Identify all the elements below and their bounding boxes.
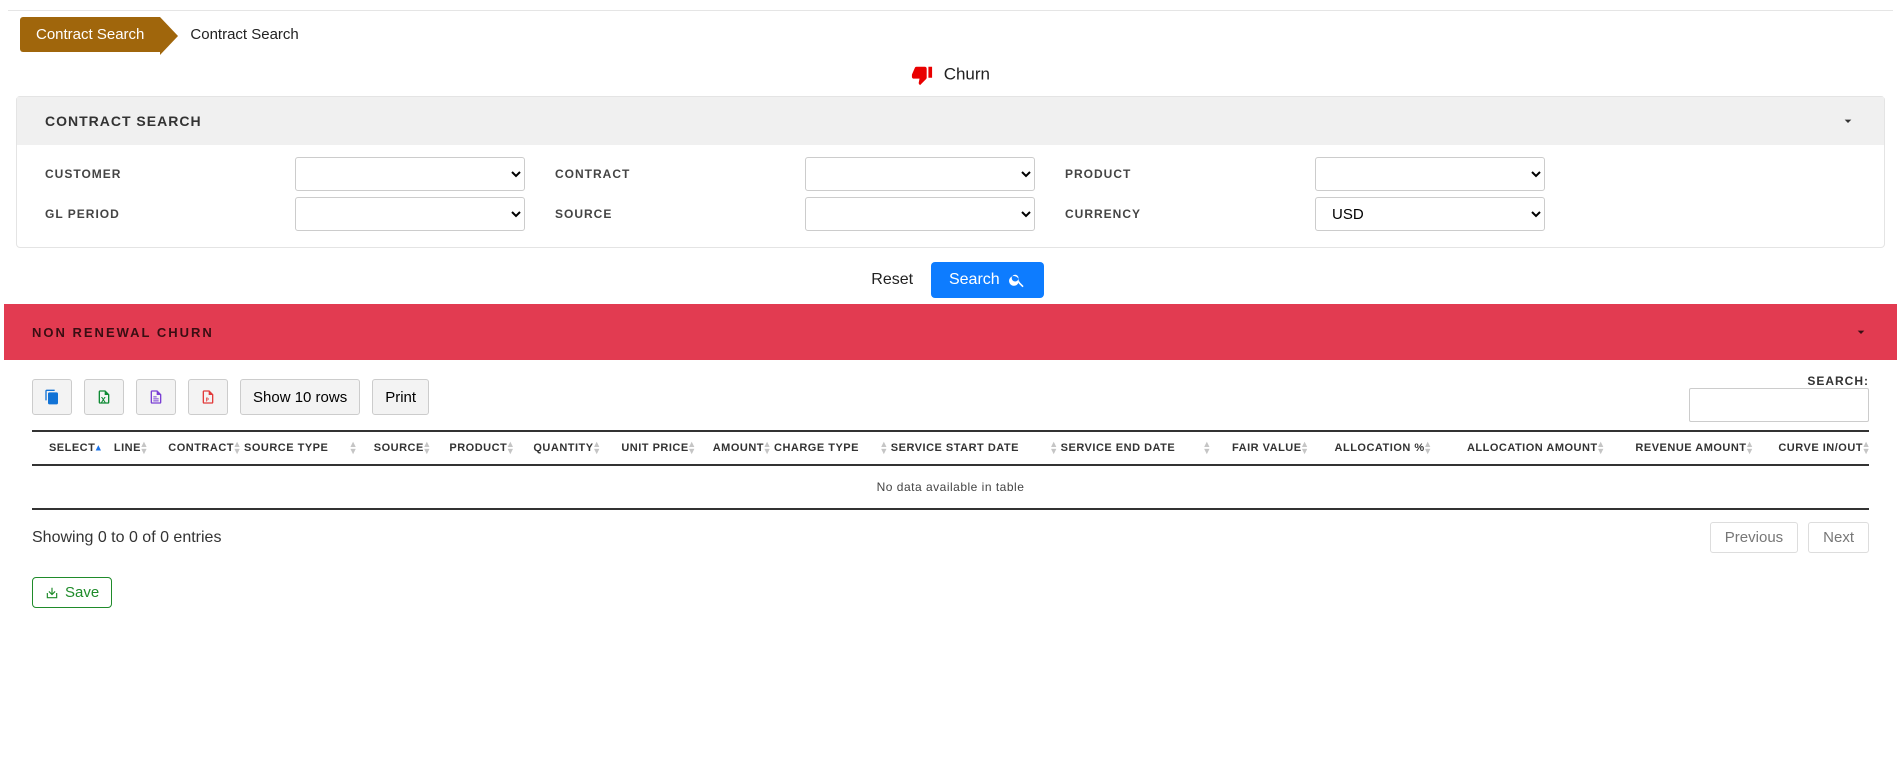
col-curve-inout[interactable]: CURVE IN/OUT▲▼	[1753, 431, 1869, 465]
col-unit-price[interactable]: UNIT PRICE▲▼	[600, 431, 695, 465]
col-amount[interactable]: AMOUNT▲▼	[695, 431, 770, 465]
churn-table: SELECT▲ LINE▲▼ CONTRACT▲▼ SOURCE TYPE▲▼ …	[32, 430, 1869, 510]
table-search-label: SEARCH:	[1807, 374, 1869, 388]
currency-select[interactable]: USD	[1315, 197, 1545, 231]
search-button-label: Search	[949, 271, 1000, 289]
contract-search-panel: CONTRACT SEARCH CUSTOMER CONTRACT PRODUC…	[16, 96, 1885, 248]
show-rows-button[interactable]: Show 10 rows	[240, 379, 360, 415]
print-button[interactable]: Print	[372, 379, 429, 415]
pdf-button[interactable]	[188, 379, 228, 415]
col-source[interactable]: SOURCE▲▼	[356, 431, 430, 465]
copy-button[interactable]	[32, 379, 72, 415]
non-renewal-churn-header: NON RENEWAL CHURN	[4, 304, 1897, 360]
col-service-end[interactable]: SERVICE END DATE▲▼	[1057, 431, 1210, 465]
col-service-start[interactable]: SERVICE START DATE▲▼	[887, 431, 1057, 465]
search-icon	[1008, 271, 1026, 289]
table-toolbar: Show 10 rows Print SEARCH:	[8, 360, 1893, 430]
product-label: PRODUCT	[1065, 167, 1285, 181]
search-actions: Reset Search	[8, 248, 1893, 304]
collapse-icon[interactable]	[1840, 113, 1856, 129]
previous-button[interactable]: Previous	[1710, 522, 1798, 553]
non-renewal-churn-title: NON RENEWAL CHURN	[32, 325, 214, 340]
gl-period-label: GL PERIOD	[45, 207, 265, 221]
churn-header: Churn	[8, 52, 1893, 92]
table-info: Showing 0 to 0 of 0 entries	[32, 529, 221, 547]
copy-icon	[44, 389, 60, 405]
col-fair-value[interactable]: FAIR VALUE▲▼	[1210, 431, 1308, 465]
reset-button[interactable]: Reset	[857, 263, 927, 297]
thumbs-down-icon	[911, 64, 933, 86]
currency-label: CURRENCY	[1065, 207, 1285, 221]
contract-search-body: CUSTOMER CONTRACT PRODUCT GL PERIOD SOUR…	[17, 145, 1884, 247]
gl-period-select[interactable]	[295, 197, 525, 231]
col-quantity[interactable]: QUANTITY▲▼	[513, 431, 599, 465]
col-product[interactable]: PRODUCT▲▼	[430, 431, 513, 465]
contract-label: CONTRACT	[555, 167, 775, 181]
table-empty-row: No data available in table	[32, 465, 1869, 509]
breadcrumb: Contract Search Contract Search	[8, 11, 1893, 52]
search-button[interactable]: Search	[931, 262, 1044, 298]
excel-icon	[96, 389, 112, 405]
col-source-type[interactable]: SOURCE TYPE▲▼	[240, 431, 356, 465]
col-allocation-amount[interactable]: ALLOCATION AMOUNT▲▼	[1431, 431, 1604, 465]
collapse-icon[interactable]	[1853, 324, 1869, 340]
contract-search-header: CONTRACT SEARCH	[17, 97, 1884, 145]
col-select[interactable]: SELECT▲	[32, 431, 101, 465]
file-icon	[148, 389, 164, 405]
breadcrumb-primary[interactable]: Contract Search	[20, 17, 160, 52]
product-select[interactable]	[1315, 157, 1545, 191]
col-allocation-pct[interactable]: ALLOCATION %▲▼	[1308, 431, 1431, 465]
contract-search-title: CONTRACT SEARCH	[45, 113, 202, 129]
pager: Previous Next	[1710, 522, 1869, 553]
customer-label: CUSTOMER	[45, 167, 265, 181]
col-charge-type[interactable]: CHARGE TYPE▲▼	[770, 431, 887, 465]
table-search-input[interactable]	[1689, 388, 1869, 422]
col-contract[interactable]: CONTRACT▲▼	[147, 431, 240, 465]
table-footer: Showing 0 to 0 of 0 entries Previous Nex…	[8, 510, 1893, 561]
col-line[interactable]: LINE▲▼	[101, 431, 147, 465]
save-button-label: Save	[65, 584, 99, 601]
pdf-icon	[200, 389, 216, 405]
source-label: SOURCE	[555, 207, 775, 221]
csv-button[interactable]	[136, 379, 176, 415]
breadcrumb-secondary: Contract Search	[190, 26, 298, 43]
save-button[interactable]: Save	[32, 577, 112, 608]
churn-label: Churn	[944, 64, 990, 83]
customer-select[interactable]	[295, 157, 525, 191]
next-button[interactable]: Next	[1808, 522, 1869, 553]
excel-button[interactable]	[84, 379, 124, 415]
col-revenue-amount[interactable]: REVENUE AMOUNT▲▼	[1604, 431, 1753, 465]
save-icon	[45, 586, 59, 600]
source-select[interactable]	[805, 197, 1035, 231]
contract-select[interactable]	[805, 157, 1035, 191]
